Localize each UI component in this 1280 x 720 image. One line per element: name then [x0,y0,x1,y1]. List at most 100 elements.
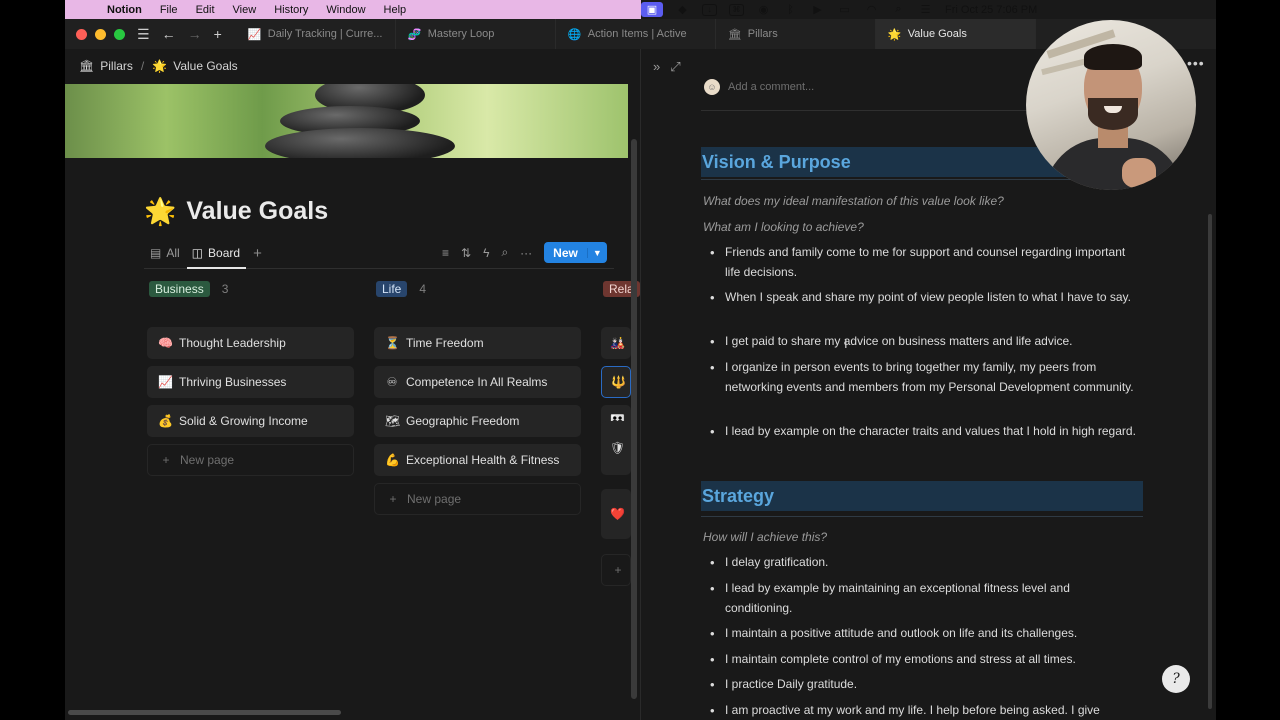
page-title-text[interactable]: Value Goals [186,197,328,226]
collapse-double-chevron-icon[interactable]: » [653,59,660,75]
nav-buttons: ☰ ← → + [137,26,222,43]
menu-history[interactable]: History [274,4,308,16]
heading-text: Vision & Purpose [702,151,851,172]
vertical-scrollbar[interactable] [631,139,637,699]
bullet-item[interactable]: I get paid to share my advice on busines… [709,332,1139,352]
menu-edit[interactable]: Edit [196,4,215,16]
menu-window[interactable]: Window [326,4,365,16]
card-partial-selected[interactable]: 🔱 [601,366,631,398]
minimize-window-button[interactable] [95,28,106,40]
automation-lightning-icon[interactable]: ϟ [483,246,489,260]
card-health-fitness[interactable]: 💪 Exceptional Health & Fitness [374,444,581,476]
comment-input[interactable]: Add a comment... [728,81,814,93]
card-time-freedom[interactable]: ⏳ Time Freedom [374,327,581,359]
zoom-window-button[interactable] [114,28,125,40]
control-center-icon[interactable]: ☰ [918,4,933,16]
menubar-clock[interactable]: Fri Oct 25 7:06 PM [945,4,1037,16]
card-partial[interactable]: 🎎 [601,327,631,359]
new-page-button-life[interactable]: + New page [374,483,581,515]
tab-mastery-loop[interactable]: 🧬 Mastery Loop [396,19,556,49]
group-tag-business[interactable]: Business [149,281,210,297]
column-header-business: Business 3 [149,281,228,297]
menu-file[interactable]: File [160,4,178,16]
card-thought-leadership[interactable]: 🧠 Thought Leadership [147,327,354,359]
tab-daily-tracking[interactable]: 📈 Daily Tracking | Curre... [236,19,396,49]
bullet-item[interactable]: I lead by example by maintaining an exce… [709,579,1139,618]
tab-label: Mastery Loop [427,28,495,40]
star-icon[interactable]: 🌟 [144,196,176,227]
heading-strategy[interactable]: Strategy [701,481,1143,511]
screen-record-icon[interactable]: ▣ [641,2,663,17]
person-beard [1088,98,1138,130]
card-thriving-businesses[interactable]: 📈 Thriving Businesses [147,366,354,398]
record-icon[interactable]: ◉ [756,4,771,16]
horizontal-scrollbar[interactable] [68,710,341,715]
close-window-button[interactable] [76,28,87,40]
app-menu[interactable]: Notion [107,4,142,16]
bullet-item[interactable]: Friends and family come to me for suppor… [709,243,1139,282]
new-button-label[interactable]: New [544,246,587,260]
comment-row[interactable]: ☺ Add a comment... [704,79,814,95]
filter-icon[interactable]: ≡ [442,246,449,260]
question-text[interactable]: What does my ideal manifestation of this… [703,194,1004,208]
bullet-item[interactable]: I delay gratification. [709,553,1139,573]
plus-icon: + [614,563,622,577]
card-competence[interactable]: ♾ Competence In All Realms [374,366,581,398]
new-button[interactable]: New ▼ [544,242,607,263]
card-geographic-freedom[interactable]: 🗺 Geographic Freedom [374,405,581,437]
bullet-item[interactable]: I maintain complete control of my emotio… [709,650,1139,670]
menu-help[interactable]: Help [384,4,407,16]
page-cover-image[interactable] [65,84,628,158]
breadcrumb-value-goals[interactable]: Value Goals [173,59,237,73]
bullet-item[interactable]: I practice Daily gratitude. [709,675,1139,695]
bluetooth-icon[interactable]: ᛒ [783,4,798,16]
group-tag-life[interactable]: Life [376,281,408,297]
app-status-icon[interactable]: ◆ [675,4,690,16]
view-board[interactable]: ◫ Board [189,244,243,262]
tab-label: Value Goals [907,28,967,40]
card-partial[interactable]: ❤️ [601,489,631,539]
expand-arrows-icon[interactable]: ⤢ [670,59,680,75]
bullet-item[interactable]: I lead by example on the character trait… [709,422,1139,442]
wifi-icon[interactable]: ◠ [864,4,879,16]
back-arrow-icon[interactable]: ← [162,26,176,42]
bullet-item[interactable]: I maintain a positive attitude and outlo… [709,624,1139,644]
card-partial[interactable]: 🛡 [601,421,631,475]
breadcrumb: 🏛 Pillars / 🌟 Value Goals [79,59,238,73]
question-text[interactable]: What am I looking to achieve? [703,220,864,234]
add-view-plus-icon[interactable]: + [253,245,262,262]
forward-arrow-icon[interactable]: → [188,26,202,42]
more-options-icon[interactable]: ••• [1187,55,1205,71]
new-page-button-business[interactable]: + New page [147,444,354,476]
card-solid-growing-income[interactable]: 💰 Solid & Growing Income [147,405,354,437]
sort-icon[interactable]: ⇅ [461,246,471,260]
breadcrumb-pillars[interactable]: Pillars [100,59,133,73]
text-cursor-icon: I [844,336,848,351]
question-text[interactable]: How will I achieve this? [703,530,827,544]
bullet-item[interactable]: I am proactive at my work and my life. I… [709,701,1139,720]
chevron-down-icon[interactable]: ▼ [586,247,607,258]
menu-view[interactable]: View [233,4,257,16]
heart-icon: ❤️ [610,507,625,521]
new-page-button-relationships[interactable]: + [601,554,631,586]
battery-icon[interactable]: ▭ [837,4,852,16]
more-options-icon[interactable]: ··· [520,246,532,260]
play-icon[interactable]: ▶ [810,4,825,16]
card-title: Geographic Freedom [406,414,520,428]
peek-controls: » ⤢ [653,59,681,75]
spotlight-search-icon[interactable]: ⌕ [891,3,906,16]
sidebar-toggle-icon[interactable]: ☰ [137,26,150,43]
tab-action-items[interactable]: 🌐 Action Items | Active [556,19,716,49]
bullet-item[interactable]: When I speak and share my point of view … [709,288,1139,308]
tab-pillars[interactable]: 🏛 Pillars [716,19,876,49]
view-all[interactable]: ▤ All [147,244,183,262]
command-icon[interactable]: ⌘ [729,3,744,16]
new-tab-plus-icon[interactable]: + [214,26,222,42]
vertical-scrollbar[interactable] [1208,214,1212,709]
search-icon[interactable]: ⌕ [501,245,508,260]
tab-value-goals[interactable]: 🌟 Value Goals [875,19,1036,49]
download-icon[interactable]: ↓ [702,3,717,16]
help-button[interactable]: ? [1162,665,1190,693]
bullet-item[interactable]: I organize in person events to bring tog… [709,358,1139,397]
cover-stone [265,128,455,158]
